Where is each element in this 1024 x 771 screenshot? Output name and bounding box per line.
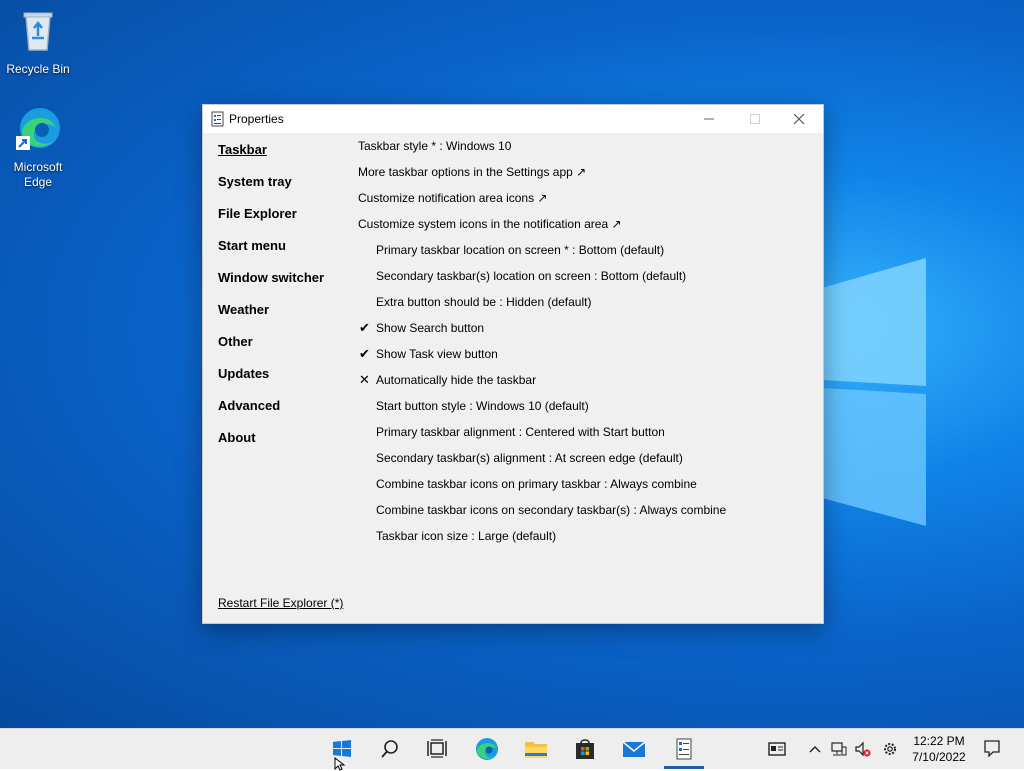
window-title: Properties	[229, 112, 284, 126]
close-icon	[793, 113, 805, 125]
gear-icon[interactable]	[882, 741, 898, 757]
clock-time: 12:22 PM	[913, 734, 965, 748]
edge-shortcut[interactable]: Microsoft Edge	[0, 104, 76, 190]
minimize-button[interactable]	[687, 105, 731, 133]
close-button[interactable]	[777, 105, 821, 133]
nav-updates[interactable]: Updates	[218, 366, 269, 381]
option-secondary-location[interactable]: Secondary taskbar(s) location on screen …	[376, 269, 686, 283]
cross-icon: ✕	[359, 372, 370, 387]
recycle-bin-shortcut[interactable]: Recycle Bin	[0, 6, 76, 77]
nav-file-explorer[interactable]: File Explorer	[218, 206, 297, 221]
nav-advanced[interactable]: Advanced	[218, 398, 280, 413]
title-bar[interactable]: Properties	[203, 105, 823, 133]
nav-window-switcher[interactable]: Window switcher	[218, 270, 324, 285]
recycle-bin-icon	[23, 12, 53, 51]
properties-icon	[211, 111, 224, 127]
check-icon: ✔	[359, 320, 370, 335]
chevron-up-icon[interactable]	[807, 741, 823, 757]
option-icon-size[interactable]: Taskbar icon size : Large (default)	[376, 529, 556, 543]
option-primary-location[interactable]: Primary taskbar location on screen * : B…	[376, 243, 664, 257]
nav-other[interactable]: Other	[218, 334, 253, 349]
edge-label: Microsoft Edge	[13, 160, 63, 189]
mail-icon[interactable]	[622, 737, 646, 761]
edge-icon	[16, 108, 60, 150]
task-view-icon[interactable]	[425, 737, 449, 761]
clock-date: 7/10/2022	[912, 750, 966, 764]
option-show-search[interactable]: Show Search button	[376, 321, 484, 335]
recycle-bin-label: Recycle Bin	[6, 62, 70, 76]
properties-app-icon[interactable]	[672, 737, 696, 761]
search-icon[interactable]	[378, 737, 402, 761]
check-icon: ✔	[359, 346, 370, 361]
option-extra-button[interactable]: Extra button should be : Hidden (default…	[376, 295, 591, 309]
option-show-task-view[interactable]: Show Task view button	[376, 347, 498, 361]
option-auto-hide[interactable]: Automatically hide the taskbar	[376, 373, 536, 387]
option-system-icons-link[interactable]: Customize system icons in the notificati…	[358, 217, 622, 231]
nav-weather[interactable]: Weather	[218, 302, 269, 317]
nav-about[interactable]: About	[218, 430, 256, 445]
nav-start-menu[interactable]: Start menu	[218, 238, 286, 253]
mouse-cursor-icon	[334, 757, 346, 771]
news-widget-icon[interactable]	[768, 740, 786, 758]
option-secondary-alignment[interactable]: Secondary taskbar(s) alignment : At scre…	[376, 451, 683, 465]
taskbar: 12:22 PM 7/10/2022	[0, 728, 1024, 771]
notification-center-icon[interactable]	[983, 739, 1001, 757]
option-notification-icons-link[interactable]: Customize notification area icons ↗	[358, 191, 547, 205]
option-start-button-style[interactable]: Start button style : Windows 10 (default…	[376, 399, 589, 413]
minimize-icon	[704, 118, 714, 120]
clock[interactable]: 12:22 PM 7/10/2022	[908, 733, 970, 765]
restart-explorer-link[interactable]: Restart File Explorer (*)	[218, 596, 343, 610]
properties-window: Properties Taskbar System tray File Expl…	[202, 104, 824, 624]
option-combine-primary[interactable]: Combine taskbar icons on primary taskbar…	[376, 477, 697, 491]
option-taskbar-style[interactable]: Taskbar style * : Windows 10	[358, 139, 511, 153]
option-settings-app-link[interactable]: More taskbar options in the Settings app…	[358, 165, 586, 179]
option-combine-secondary[interactable]: Combine taskbar icons on secondary taskb…	[376, 503, 726, 517]
maximize-button[interactable]	[733, 105, 777, 133]
windows-logo-wallpaper	[822, 258, 926, 526]
nav-system-tray[interactable]: System tray	[218, 174, 292, 189]
option-primary-alignment[interactable]: Primary taskbar alignment : Centered wit…	[376, 425, 665, 439]
edge-icon[interactable]	[475, 737, 499, 761]
volume-muted-icon[interactable]	[855, 741, 871, 757]
store-icon[interactable]	[573, 737, 597, 761]
network-icon[interactable]	[831, 741, 847, 757]
maximize-icon	[750, 114, 760, 124]
file-explorer-icon[interactable]	[524, 737, 548, 761]
nav-taskbar[interactable]: Taskbar	[218, 142, 267, 157]
